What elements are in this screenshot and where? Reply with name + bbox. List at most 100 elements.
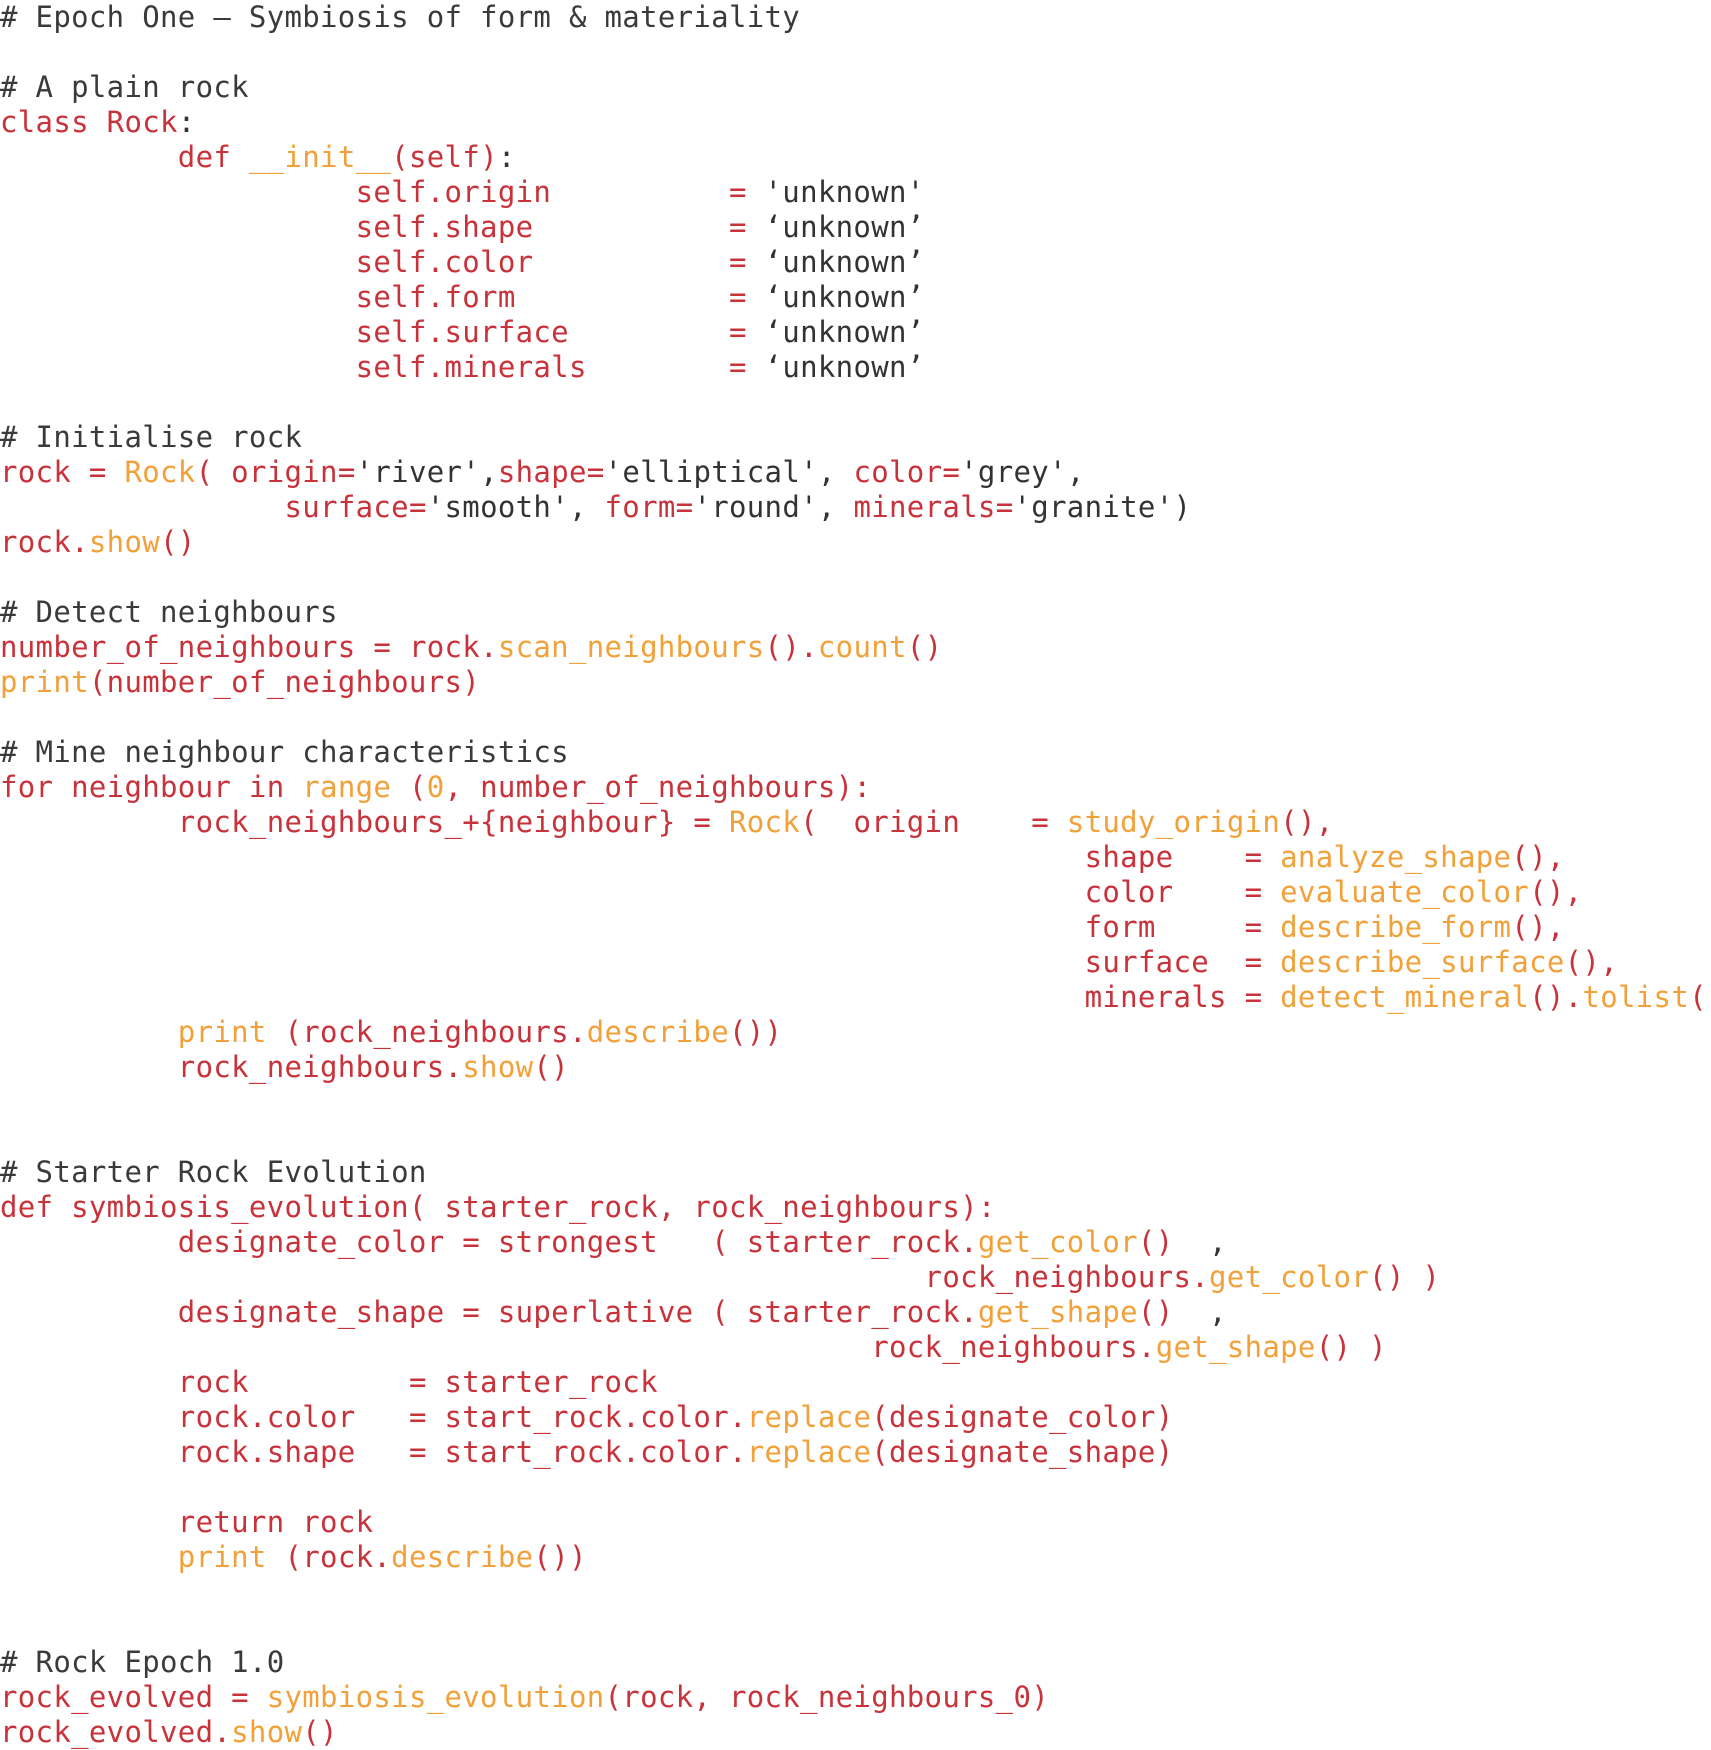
identifier-token: = [1244,840,1263,874]
code-line: rock_neighbours.get_shape() ) [0,1330,1711,1365]
code-line: designate_shape = superlative ( starter_… [0,1295,1711,1330]
identifier-token: ()) [729,1015,783,1049]
identifier-token: (rock, rock_neighbours_0) [604,1680,1050,1714]
code-line: print(number_of_neighbours) [0,665,1711,700]
identifier-token: rock [177,1365,249,1399]
identifier-token: (), [1564,945,1618,979]
identifier-token: rock_evolved. [0,1715,232,1749]
plain-token: ‘unknown’ [746,315,925,349]
identifier-token: = [88,455,107,489]
identifier-token: form= [604,490,694,524]
identifier-token: ( starter_rock. [711,1225,978,1259]
code-listing: # Epoch One – Symbiosis of form & materi… [0,0,1711,1749]
plain-token: 'round', [693,490,854,524]
function-token: 0 [426,770,445,804]
identifier-token: ) [1369,1330,1387,1364]
code-line: minerals = detect_mineral().tolist()) [0,980,1711,1015]
function-token: Rock [728,805,801,839]
identifier-token: rock_neighbours. [924,1260,1210,1294]
identifier-token: color [1084,875,1174,909]
code-line: # Detect neighbours [0,595,1711,630]
identifier-token: = [728,315,747,349]
identifier-token: = [1244,910,1263,944]
identifier-token: neighbour [71,770,232,804]
function-token: get_color [977,1225,1138,1259]
identifier-token: shape [1084,840,1174,874]
code-line: surface='smooth', form='round', minerals… [0,490,1711,525]
identifier-token: rock [0,455,72,489]
identifier-token: (), [1280,805,1334,839]
identifier-token: number_of_neighbours [0,630,356,664]
code-line: ​ [0,700,1711,735]
identifier-token: = [462,1295,481,1329]
code-line: self.color = ‘unknown’ [0,245,1711,280]
identifier-token: () [906,630,943,664]
identifier-token: rock. [0,525,89,559]
identifier-token: (rock_neighbours. [284,1015,587,1049]
identifier-token: start_rock.color. [444,1400,747,1434]
identifier-token: ()) [533,1540,587,1574]
code-line: print (rock.describe()) [0,1540,1711,1575]
code-line: # Epoch One – Symbiosis of form & materi… [0,0,1711,35]
code-line: rock.color = start_rock.color.replace(de… [0,1400,1711,1435]
code-line: number_of_neighbours = rock.scan_neighbo… [0,630,1711,665]
code-line: ​ [0,385,1711,420]
identifier-token: shape= [497,455,605,489]
code-line: rock = starter_rock [0,1365,1711,1400]
comment-token: # Rock Epoch 1.0 [0,1645,285,1679]
identifier-token: color= [853,455,961,489]
identifier-token: = [408,1400,427,1434]
function-token: get_shape [977,1295,1138,1329]
identifier-token: = [693,805,712,839]
identifier-token: = [728,350,747,384]
identifier-token: in [248,770,285,804]
identifier-token: () [1137,1225,1174,1259]
code-line: rock_neighbours_+{neighbour} = Rock( ori… [0,805,1711,840]
code-line: ​ [0,1610,1711,1645]
identifier-token: rock.shape [177,1435,356,1469]
identifier-token: symbiosis_evolution( [71,1190,427,1224]
identifier-token: minerals [1084,980,1227,1014]
code-line: shape = analyze_shape(), [0,840,1711,875]
identifier-token: return [177,1505,285,1539]
code-line: rock_neighbours.get_color() ) [0,1260,1711,1295]
code-line: # Rock Epoch 1.0 [0,1645,1711,1680]
identifier-token: = [1244,875,1263,909]
identifier-token: ) [1422,1260,1441,1294]
code-line: self.minerals = ‘unknown’ [0,350,1711,385]
code-line: color = evaluate_color(), [0,875,1711,910]
